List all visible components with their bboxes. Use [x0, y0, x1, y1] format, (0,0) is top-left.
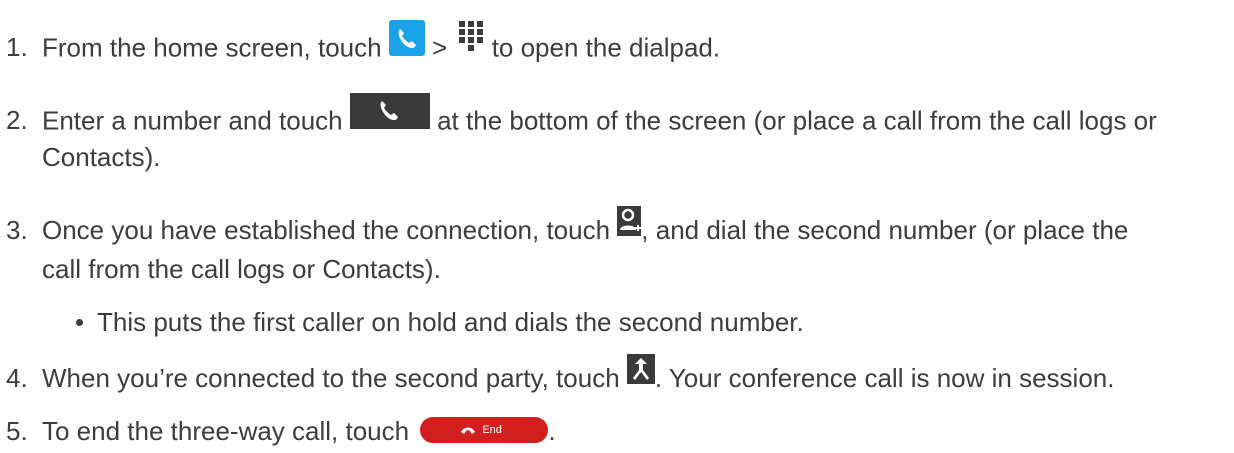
step-3: 3. Once you have established the connecti…: [6, 205, 1129, 253]
step-text: >: [424, 32, 455, 63]
step-2: 2. Enter a number and touch at the bottom…: [6, 93, 1157, 146]
merge-calls-icon: [626, 353, 655, 395]
step-4: 4. When you’re connected to the second pa…: [6, 353, 1115, 401]
step-text: Enter a number and touch: [42, 105, 350, 136]
step-text: . Your conference call is now in session…: [654, 363, 1115, 393]
step-text: When you’re connected to the second part…: [42, 363, 627, 393]
bullet-dot: [76, 318, 83, 326]
step-text: Once you have established the connection…: [42, 215, 618, 245]
step-number: 4.: [6, 363, 28, 393]
call-button-icon: [349, 93, 430, 140]
step-number: 2.: [6, 105, 28, 136]
phone-app-icon: [388, 20, 425, 67]
step-text: to open the dialpad.: [484, 32, 721, 63]
step-number: 1.: [6, 32, 28, 63]
step-text: From the home screen, touch: [42, 32, 389, 63]
step-text: .: [548, 416, 556, 446]
add-call-icon: [617, 205, 642, 247]
bullet-text: This puts the first caller on hold and d…: [97, 307, 804, 337]
end-button-label: End: [482, 423, 502, 436]
step-text: To end the three-way call, touch: [42, 416, 417, 446]
step-text: at the bottom of the screen (or place a …: [429, 105, 1157, 136]
dialpad-icon: [458, 20, 484, 63]
end-call-button: End: [420, 409, 549, 448]
step-text: , and dial the second number (or place t…: [641, 215, 1129, 245]
bullet-item: This puts the first caller on hold and d…: [76, 303, 804, 342]
step-1: 1. From the home screen, touch > to open …: [6, 20, 721, 73]
step-number: 5.: [6, 416, 28, 446]
step-2-continuation: Contacts).: [42, 142, 161, 172]
step-number: 3.: [6, 215, 28, 245]
step-3-continuation: call from the call logs or Contacts).: [42, 254, 441, 284]
